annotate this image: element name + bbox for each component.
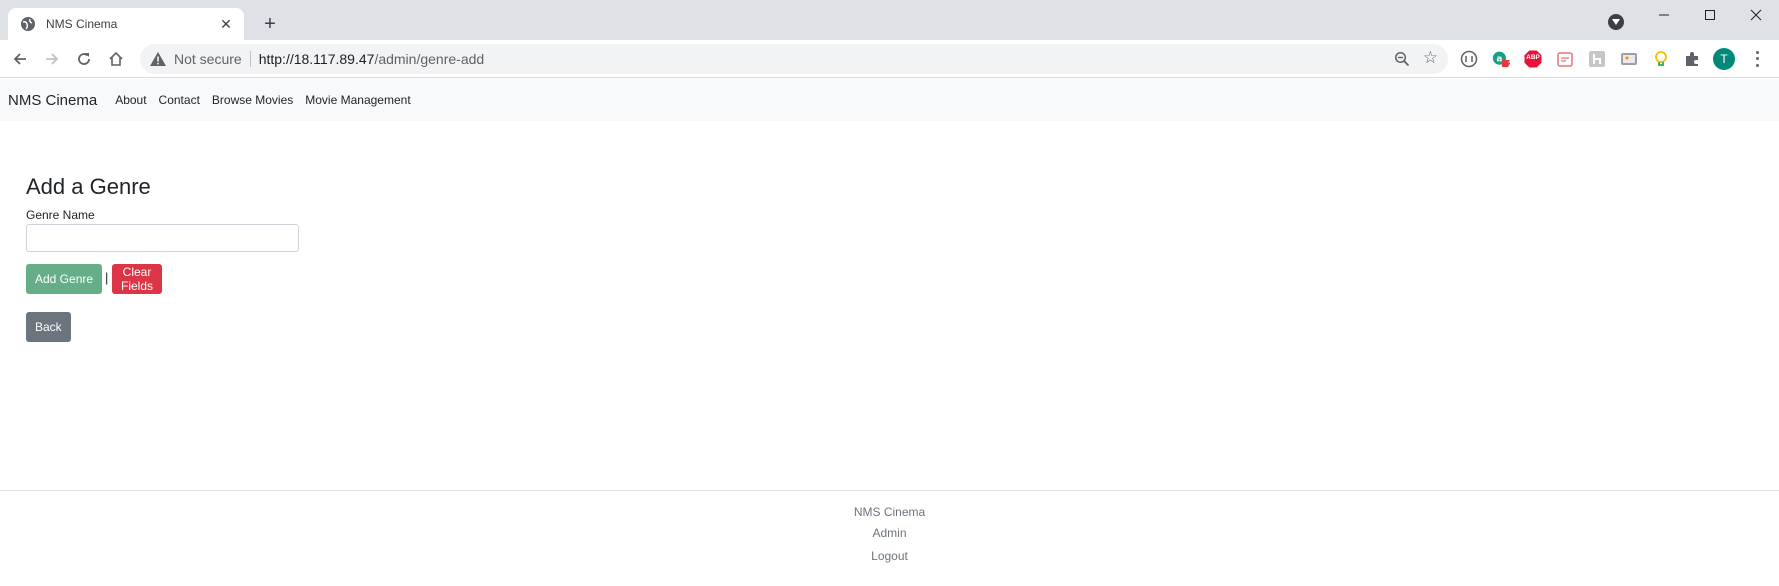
- url-text[interactable]: http://18.117.89.47/admin/genre-add: [259, 51, 484, 67]
- address-bar[interactable]: Not secure http://18.117.89.47/admin/gen…: [140, 44, 1448, 74]
- clear-fields-button[interactable]: Clear Fields: [112, 264, 163, 294]
- profile-avatar[interactable]: T: [1713, 48, 1735, 70]
- adblock-label: ABP: [1526, 54, 1540, 61]
- zoom-icon[interactable]: [1394, 51, 1410, 67]
- window-close-icon[interactable]: [1734, 4, 1778, 26]
- footer-admin-link[interactable]: Admin: [0, 526, 1779, 540]
- new-tab-icon[interactable]: +: [258, 12, 282, 36]
- extension-image-icon[interactable]: [1620, 50, 1638, 68]
- genre-name-label: Genre Name: [26, 208, 95, 222]
- tab-title: NMS Cinema: [46, 17, 118, 31]
- page-title: Add a Genre: [26, 174, 151, 199]
- genre-name-input[interactable]: [26, 224, 299, 252]
- maximize-icon[interactable]: [1688, 4, 1732, 26]
- extension-bulb-icon[interactable]: [1652, 50, 1670, 68]
- adblock-icon[interactable]: ABP: [1524, 50, 1542, 68]
- footer-brand-link[interactable]: NMS Cinema: [0, 505, 1779, 519]
- url-path: /admin/genre-add: [374, 51, 485, 67]
- button-separator: |: [105, 270, 109, 285]
- extension-h-icon[interactable]: [1588, 50, 1606, 68]
- extension-calendar-icon[interactable]: [1556, 50, 1574, 68]
- nav-link-browse-movies[interactable]: Browse Movies: [212, 93, 293, 107]
- back-arrow-icon[interactable]: [8, 48, 32, 70]
- globe-icon: [20, 16, 36, 32]
- browser-menu-icon[interactable]: [1748, 49, 1766, 69]
- extension-badge: 2: [1508, 60, 1513, 69]
- extension-grammar-icon[interactable]: a 2: [1492, 50, 1513, 69]
- warning-icon[interactable]: [150, 51, 166, 67]
- bookmark-star-icon[interactable]: ☆: [1423, 49, 1438, 67]
- home-icon[interactable]: [104, 48, 128, 70]
- extension-circle-icon[interactable]: [1460, 50, 1478, 68]
- security-label[interactable]: Not secure: [174, 51, 242, 67]
- add-genre-form: Add a Genre Genre Name Add Genre | Clear…: [26, 174, 299, 342]
- nav-link-contact[interactable]: Contact: [159, 93, 200, 107]
- address-separator: [249, 51, 251, 67]
- browser-tab[interactable]: NMS Cinema ✕: [8, 8, 244, 40]
- add-genre-button[interactable]: Add Genre: [26, 264, 103, 294]
- forward-arrow-icon[interactable]: [40, 48, 64, 70]
- back-button[interactable]: Back: [26, 312, 71, 342]
- navbar-brand[interactable]: NMS Cinema: [8, 92, 97, 109]
- svg-text:a: a: [1496, 54, 1502, 64]
- nav-link-about[interactable]: About: [115, 93, 146, 107]
- site-footer: NMS Cinema Admin Logout: [0, 490, 1779, 586]
- tab-search-icon[interactable]: [1608, 14, 1624, 30]
- url-host: http://18.117.89.47: [258, 51, 375, 67]
- site-navbar: NMS Cinema About Contact Browse Movies M…: [0, 79, 1779, 121]
- browser-tab-strip: NMS Cinema ✕ +: [0, 0, 1779, 40]
- browser-toolbar: Not secure http://18.117.89.47/admin/gen…: [0, 40, 1779, 78]
- extensions-puzzle-icon[interactable]: [1683, 50, 1701, 68]
- minimize-icon[interactable]: [1642, 4, 1686, 26]
- close-tab-icon[interactable]: ✕: [216, 14, 236, 34]
- reload-icon[interactable]: [72, 48, 96, 70]
- nav-link-movie-management[interactable]: Movie Management: [305, 93, 410, 107]
- footer-logout-link[interactable]: Logout: [0, 549, 1779, 563]
